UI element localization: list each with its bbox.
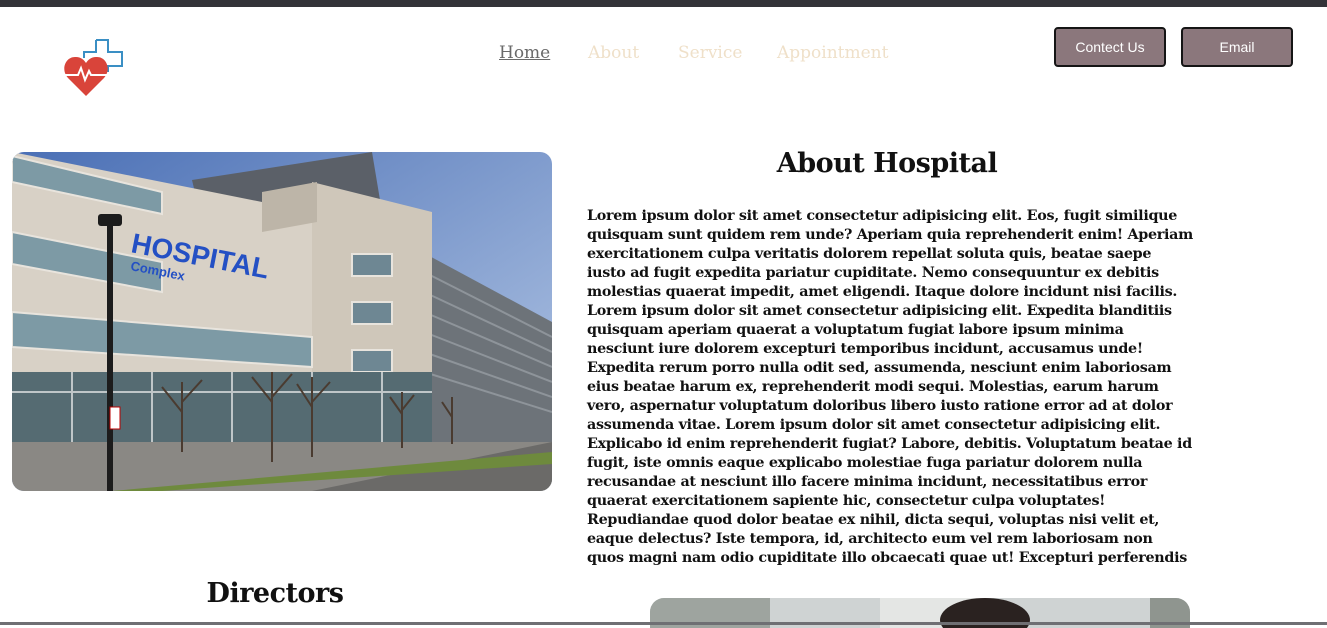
hospital-building-image: HOSPITAL Complex <box>12 152 552 491</box>
about-hospital-heading: About Hospital <box>776 148 998 179</box>
email-button[interactable]: Email <box>1181 27 1293 67</box>
browser-top-bar <box>0 0 1327 7</box>
directors-heading: Directors <box>206 578 344 609</box>
hospital-logo-icon[interactable] <box>62 38 126 100</box>
nav-service-link[interactable]: Service <box>678 43 742 65</box>
nav-home-link[interactable]: Home <box>499 43 550 65</box>
contact-us-button[interactable]: Contect Us <box>1054 27 1166 67</box>
about-hospital-paragraph: Lorem ipsum dolor sit amet consectetur a… <box>587 208 1193 566</box>
nav-appointment-link[interactable]: Appointment <box>777 43 888 65</box>
nav-about-link[interactable]: About <box>588 43 639 65</box>
